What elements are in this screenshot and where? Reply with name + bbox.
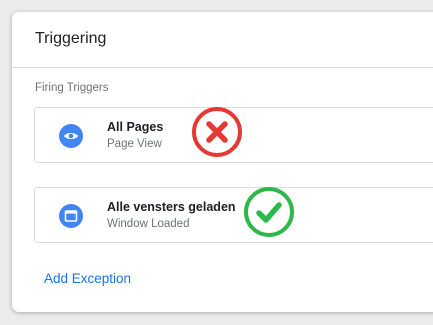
trigger-type: Page View [107, 138, 162, 150]
eye-icon [59, 124, 83, 148]
trigger-type: Window Loaded [107, 218, 190, 230]
trigger-row-window-loaded[interactable]: Alle vensters geladen Window Loaded [34, 187, 433, 243]
triggering-panel: Triggering Firing Triggers All Pages Pag… [12, 12, 433, 312]
trigger-name: All Pages [107, 120, 164, 134]
add-exception-link[interactable]: Add Exception [44, 271, 131, 286]
red-x-icon [192, 107, 242, 157]
window-icon [59, 204, 83, 228]
firing-triggers-label: Firing Triggers [35, 82, 109, 94]
panel-title: Triggering [35, 30, 107, 47]
title-divider [12, 67, 433, 68]
green-check-icon [244, 187, 294, 237]
trigger-name: Alle vensters geladen [107, 200, 236, 214]
